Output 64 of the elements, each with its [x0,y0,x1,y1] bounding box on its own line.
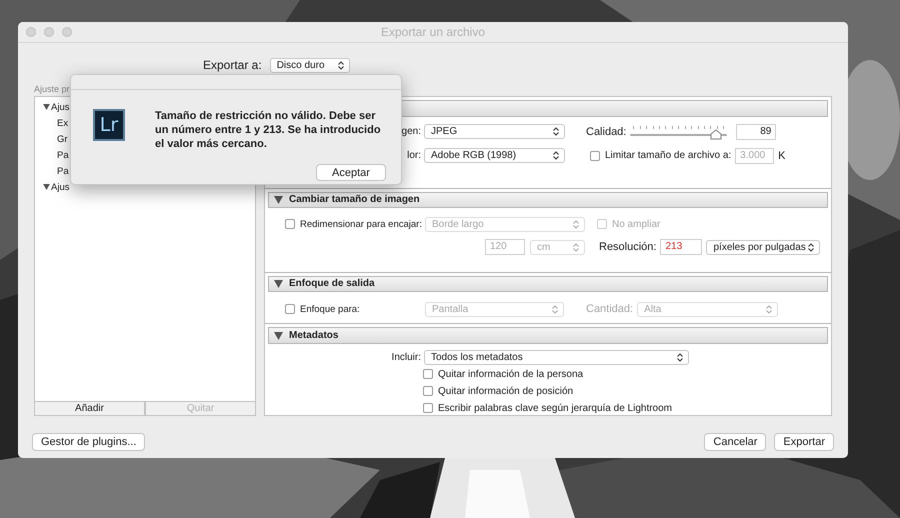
updown-arrows-icon [338,60,344,70]
section-header[interactable]: Metadatos [268,327,828,344]
checkbox-label: Redimensionar para encajar: [300,218,422,230]
slider-thumb[interactable] [710,128,722,140]
checkbox[interactable] [423,386,433,396]
checkbox[interactable] [597,219,607,230]
field-label: gen: [402,126,421,138]
updown-arrows-icon [553,127,559,136]
tree-item[interactable]: Gr [35,131,68,147]
section-header[interactable]: Enfoque de salida [268,276,828,292]
dropdown[interactable]: Todos los metadatos [424,350,689,366]
quality-slider[interactable] [630,124,728,140]
dropdown[interactable]: JPEG [424,124,565,140]
section-title: Metadatos [289,330,338,342]
checkbox[interactable] [423,403,433,414]
quality-input[interactable]: 89 [736,124,776,140]
app-icon: Lr [93,109,125,141]
checkbox-label: Limitar tamaño de archivo a: [605,150,732,162]
checkbox-label: No ampliar [612,218,660,230]
field-label: lor: [407,150,421,162]
checkbox[interactable] [285,219,295,230]
field-label: Calidad: [586,126,626,138]
zoom-button[interactable] [62,27,72,37]
resolution-input[interactable]: 213 [660,239,702,256]
close-button[interactable] [26,27,36,37]
updown-arrows-icon [677,353,683,362]
tree-item[interactable]: Ajus [35,179,70,195]
dropdown[interactable]: píxeles por pulgadas [706,240,820,255]
field-label: Cantidad: [586,303,634,316]
updown-arrows-icon [553,151,559,160]
action-button[interactable]: Exportar [774,433,834,451]
section-title: Enfoque de salida [289,278,375,290]
updown-arrows-icon [808,242,814,252]
panel-label: Ajuste pr [34,83,70,96]
updown-arrows-icon [552,304,558,314]
checkbox-label: Quitar información de la persona [438,368,584,380]
action-button[interactable]: Cancelar [704,433,766,451]
section-title: Cambiar tamaño de imagen [289,194,420,206]
checkbox[interactable] [423,369,433,380]
tree-item[interactable]: Ex [35,115,68,131]
updown-arrows-icon [573,220,579,229]
checkbox-label: Escribir palabras clave según jerarquía de Lightroom [438,402,672,414]
plugin-manager-button[interactable]: Gestor de plugins... [32,433,146,451]
checkbox-label: Enfoque para: [300,304,360,315]
list-button[interactable]: Añadir [34,402,145,416]
checkbox-label: Quitar información de posición [438,386,574,397]
updown-arrows-icon [573,242,579,252]
window-title: Exportar un archivo [380,25,486,39]
dropdown[interactable]: Adobe RGB (1998) [424,148,565,164]
tree-item[interactable]: Ajus [35,99,70,115]
alert-message: Tamaño de restricción no válido. Debe ser un número entre 1 y 213. Se ha introducido el valor más cercano. [155,109,381,151]
tree-item[interactable]: Pa [35,163,69,179]
section-header[interactable]: Cambiar tamaño de imagen [268,192,828,208]
field-label: Resolución: [599,241,656,254]
minimize-button[interactable] [44,27,54,37]
checkbox[interactable] [590,150,600,161]
updown-arrows-icon [766,304,772,314]
accept-button[interactable]: Aceptar [316,164,386,181]
tree-item[interactable]: Pa [35,147,69,163]
dropdown[interactable]: Disco duro [270,58,350,72]
unit-label: K [778,150,786,162]
field-label: Incluir: [392,352,421,364]
field-label: Exportar a: [203,58,262,72]
checkbox[interactable] [285,304,295,314]
